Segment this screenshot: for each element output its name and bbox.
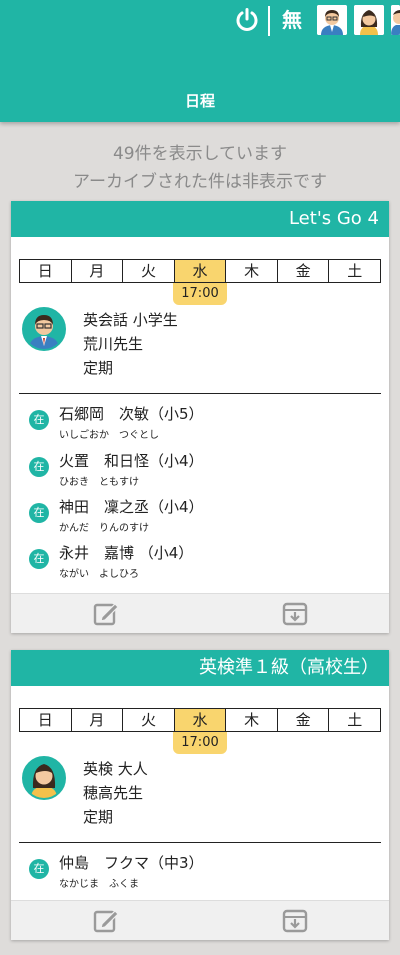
day-sat: 土 (328, 709, 380, 731)
student-item[interactable]: 在 永井 嘉博 （小4） ながい よしひろ (11, 542, 389, 588)
female-teacher-avatar-icon[interactable] (354, 5, 384, 35)
day-thu: 木 (225, 709, 277, 731)
list-info: 49件を表示しています アーカイブされた件は非表示です (0, 140, 400, 196)
mode-label[interactable]: 無 (282, 7, 302, 33)
student-item[interactable]: 在 火置 和日怪（小4） ひおき ともすけ (11, 450, 389, 496)
class-name: 英検 大人 (83, 760, 148, 778)
section-divider (19, 842, 381, 843)
header-divider (268, 6, 270, 36)
day-wed-active: 水 (173, 260, 226, 282)
student-item[interactable]: 在 石郷岡 次敏（小5） いしごおか つぐとし (11, 403, 389, 449)
enrolled-badge: 在 (29, 457, 49, 477)
section-divider (19, 393, 381, 394)
info-archive-note: アーカイブされた件は非表示です (73, 172, 327, 192)
student-kana: ひおき ともすけ (59, 477, 139, 488)
day-sun: 日 (37, 711, 53, 729)
day-thu: 木 (225, 260, 277, 282)
lesson-type: 定期 (83, 808, 114, 826)
page-title: 日程 (184, 92, 215, 110)
day-tue: 火 (122, 709, 174, 731)
enrolled-badge: 在 (29, 859, 49, 879)
lesson-time: 17:00 (173, 732, 227, 754)
student-kana: なかじま ふくま (59, 879, 139, 890)
weekday-selector: 日 月 火 水 木 金 土 (19, 708, 381, 732)
female-teacher-avatar-icon (22, 756, 66, 800)
weekday-selector: 日 月 火 水 木 金 土 (19, 259, 381, 283)
day-fri: 金 (276, 260, 329, 282)
teacher-avatar-icon[interactable] (317, 5, 347, 35)
app-header: 無 日程 (0, 0, 400, 122)
day-sun: 日 (37, 262, 53, 280)
student-kana: かんだ りんのすけ (59, 523, 149, 534)
student-item[interactable]: 在 仲島 フクマ（中3） なかじま ふくま (11, 852, 389, 898)
lesson-card-body: 日 月 火 水 木 金 土 17:00 英検 大人 穂高先生 定期 在 仲島 フ… (11, 686, 389, 940)
archive-icon[interactable] (282, 602, 308, 626)
card-actions (11, 900, 389, 940)
student-name: 仲島 フクマ（中3） (59, 854, 204, 872)
day-fri: 金 (276, 709, 329, 731)
student-kana: いしごおか つぐとし (59, 430, 159, 441)
student-item[interactable]: 在 神田 凜之丞（小4） かんだ りんのすけ (11, 496, 389, 542)
day-sat: 土 (328, 260, 380, 282)
student-name: 神田 凜之丞（小4） (59, 498, 204, 516)
teacher-name: 荒川先生 (83, 335, 144, 353)
student-name: 永井 嘉博 （小4） (59, 544, 194, 562)
lesson-title[interactable]: 英検準１級（高校生） (11, 650, 389, 686)
power-icon[interactable] (236, 8, 258, 32)
enrolled-badge: 在 (29, 410, 49, 430)
lesson-card[interactable]: 英検準１級（高校生） 日 月 火 水 木 金 土 17:00 英検 大人 穂高先… (11, 650, 389, 940)
edit-icon[interactable] (93, 909, 119, 933)
day-tue: 火 (122, 260, 174, 282)
day-wed-active: 水 (173, 709, 226, 731)
lesson-title[interactable]: Let's Go 4 (11, 201, 389, 237)
archive-icon[interactable] (282, 909, 308, 933)
enrolled-badge: 在 (29, 503, 49, 523)
lesson-time: 17:00 (173, 283, 227, 305)
teacher-name: 穂高先生 (83, 784, 144, 802)
lesson-card-body: 日 月 火 水 木 金 土 17:00 英会話 小学生 荒川先生 定期 在 石郷… (11, 237, 389, 633)
info-count: 49件を表示しています (112, 144, 288, 164)
lesson-type: 定期 (83, 359, 114, 377)
male-teacher-avatar-icon (22, 307, 66, 351)
day-mon: 月 (70, 709, 123, 731)
user-avatar-icon[interactable] (391, 5, 400, 35)
student-kana: ながい よしひろ (59, 569, 139, 580)
edit-icon[interactable] (93, 602, 119, 626)
class-name: 英会話 小学生 (83, 311, 178, 329)
day-mon: 月 (70, 260, 123, 282)
card-actions (11, 593, 389, 633)
enrolled-badge: 在 (29, 549, 49, 569)
lesson-card[interactable]: Let's Go 4 日 月 火 水 木 金 土 17:00 英会話 小学生 荒… (11, 201, 389, 633)
student-name: 石郷岡 次敏（小5） (59, 405, 204, 423)
student-name: 火置 和日怪（小4） (59, 452, 204, 470)
